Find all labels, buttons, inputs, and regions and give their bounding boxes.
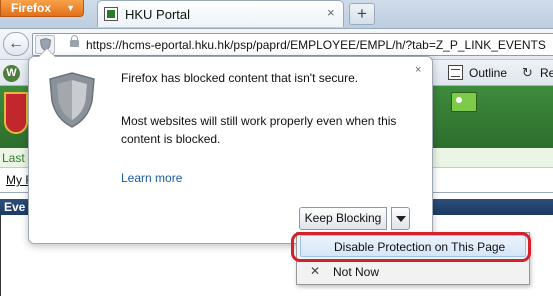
back-button[interactable]: ←	[3, 32, 29, 56]
popup-arrow	[38, 48, 56, 57]
tab-title: HKU Portal	[125, 7, 191, 22]
navigation-bar: ← https://hcms-eportal.hku.hk/psp/paprd/…	[0, 28, 553, 59]
favicon-icon	[104, 7, 118, 21]
not-now-label: Not Now	[333, 265, 380, 279]
red-highlight-annotation	[291, 232, 531, 262]
popup-title: Firefox has blocked content that isn't s…	[121, 71, 359, 85]
firefox-menu-button[interactable]: Firefox ▼	[0, 0, 84, 17]
mixed-content-popup: × Firefox has blocked content that isn't…	[28, 48, 433, 244]
bookmark-w-icon[interactable]: W	[3, 65, 20, 82]
firefox-menu-label: Firefox	[11, 1, 52, 15]
reload-icon[interactable]: ↻	[522, 65, 537, 80]
bookmark-outline[interactable]: Outline	[469, 66, 507, 80]
tab-hku-portal[interactable]: HKU Portal ×	[97, 0, 344, 27]
large-shield-icon	[49, 72, 95, 128]
popup-close-icon[interactable]: ×	[415, 64, 421, 76]
close-icon: ✕	[310, 264, 321, 278]
id-card-icon[interactable]	[451, 92, 477, 112]
new-tab-button[interactable]: +	[349, 3, 375, 25]
last-login-text: Last I	[2, 151, 32, 165]
lock-icon	[70, 35, 79, 47]
tab-strip: Firefox ▼ HKU Portal × +	[0, 0, 553, 29]
chevron-down-icon: ▼	[66, 3, 75, 13]
keep-blocking-dropdown-button[interactable]	[391, 207, 410, 230]
url-text: https://hcms-eportal.hku.hk/psp/paprd/EM…	[86, 38, 546, 52]
outline-icon[interactable]	[448, 65, 463, 80]
bookmark-re[interactable]: Re	[540, 66, 553, 80]
keep-blocking-button[interactable]: Keep Blocking	[299, 207, 387, 230]
close-tab-icon[interactable]: ×	[327, 5, 335, 20]
learn-more-link[interactable]: Learn more	[121, 171, 182, 185]
university-crest-icon	[4, 92, 28, 134]
menu-item-not-now[interactable]: ✕ Not Now	[300, 262, 526, 282]
keep-blocking-label: Keep Blocking	[304, 211, 382, 225]
url-bar[interactable]: https://hcms-eportal.hku.hk/psp/paprd/EM…	[32, 33, 553, 56]
popup-body-text: Most websites will still work properly e…	[121, 114, 397, 146]
events-title: Eve	[4, 200, 26, 214]
